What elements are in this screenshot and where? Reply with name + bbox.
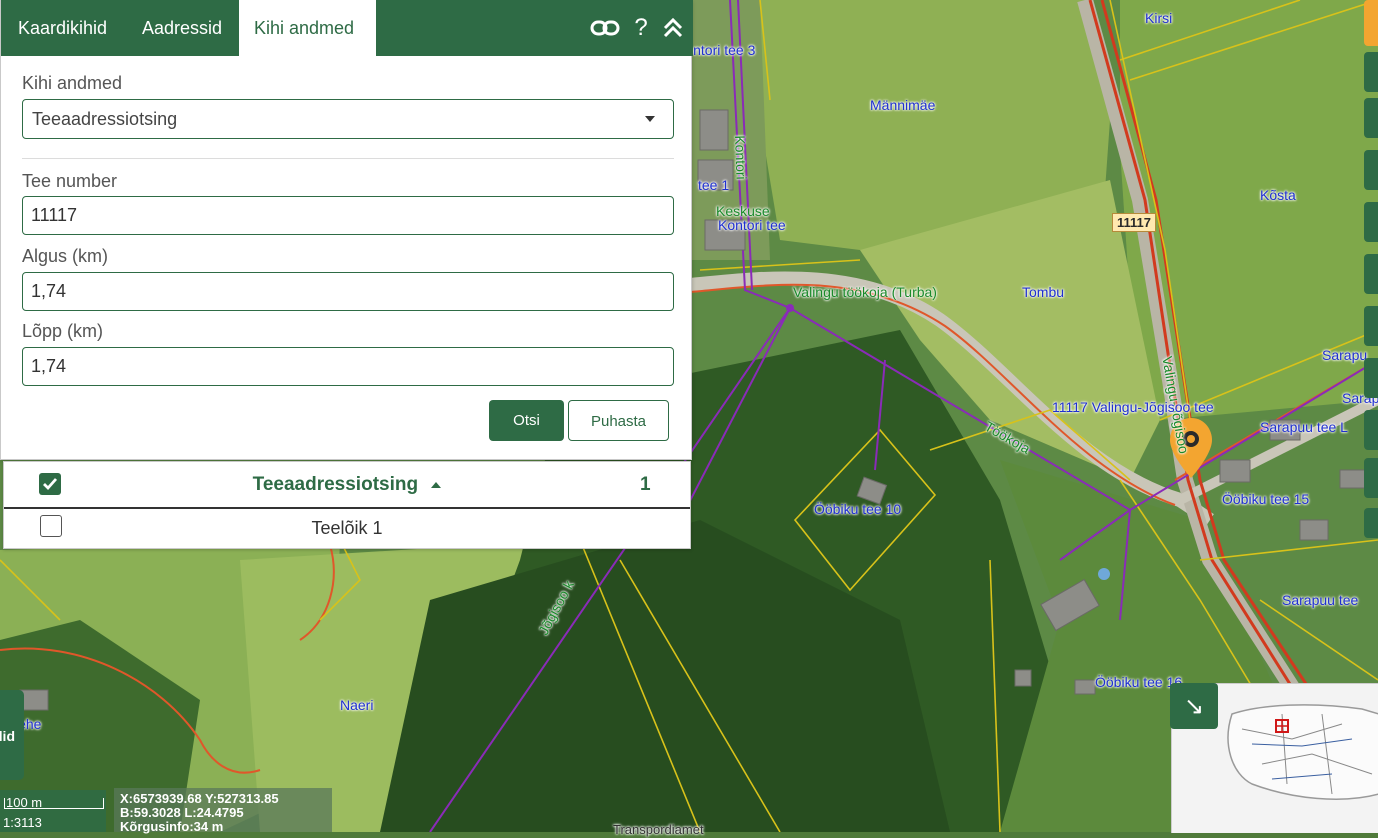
side-tool-button-7[interactable] (1364, 306, 1378, 346)
double-chevron-up-icon (663, 17, 683, 38)
map-label: Valingu töökoja (Turba) (793, 284, 937, 300)
side-tool-button-5[interactable] (1364, 202, 1378, 242)
link-icon[interactable] (589, 12, 621, 44)
layer-select-value: Teeaadressiotsing (32, 109, 178, 129)
results-count: 1 (640, 474, 651, 495)
caret-down-icon (645, 116, 655, 122)
tab-map-layers[interactable]: Kaardikihid (4, 0, 121, 56)
tab-addresses[interactable]: Aadressid (128, 0, 236, 56)
side-tool-button-2[interactable] (1364, 52, 1378, 92)
help-icon[interactable]: ? (625, 12, 657, 44)
map-label: Kontori tee (718, 217, 786, 233)
map-label: Sarapu (1322, 347, 1368, 363)
side-tool-button-9[interactable] (1364, 410, 1378, 450)
map-label: Naeri (340, 697, 374, 713)
layer-select[interactable]: Teeaadressiotsing (22, 99, 674, 139)
table-row[interactable]: Teelõik 1 (4, 509, 690, 548)
side-tool-button-10[interactable] (1364, 458, 1378, 498)
map-label: Tombu (1022, 284, 1065, 300)
map-label: Ööbiku tee 10 (814, 501, 902, 517)
coord-bl: B:59.3028 L:24.4795 (120, 805, 244, 820)
arrow-down-right-icon: ↘ (1183, 692, 1205, 720)
map-label: tee 1 (698, 177, 730, 193)
side-tool-button-6[interactable] (1364, 254, 1378, 294)
collapse-icon[interactable] (657, 12, 689, 44)
link-icon-graphic (590, 20, 620, 36)
start-km-label: Algus (km) (22, 246, 109, 266)
end-km-input[interactable] (22, 347, 674, 386)
side-tool-button-8[interactable] (1364, 358, 1378, 398)
scale-ratio: 1:3113 (3, 815, 42, 830)
tab-layer-data[interactable]: Kihi andmed (239, 0, 376, 57)
results-header-title[interactable]: Teeaadressiotsing (4, 474, 690, 496)
sort-asc-icon (431, 481, 442, 488)
panel-tab-bar: Kaardikihid Aadressid Kihi andmed ? (1, 0, 693, 57)
map-label: Sarapuu tee (1282, 592, 1359, 608)
map-label: Kõsta (1260, 187, 1296, 203)
scale-label: 100 m (6, 795, 43, 810)
divider (22, 158, 674, 159)
minimap-toggle-button[interactable]: ↘ (1170, 683, 1218, 729)
search-button[interactable]: Otsi (489, 400, 564, 441)
side-tool-button-3[interactable] (1364, 98, 1378, 138)
coordinate-readout: X:6573939.68 Y:527313.85 B:59.3028 L:24.… (114, 788, 332, 834)
scale-bar: 100 m 1:3113 (0, 790, 106, 832)
map-label: Ööbiku tee 15 (1222, 491, 1310, 507)
coord-xy: X:6573939.68 Y:527313.85 (120, 791, 279, 806)
map-label: Kirsi (1145, 10, 1173, 26)
road-number-input[interactable] (22, 196, 674, 235)
map-label: Männimäe (870, 97, 936, 113)
side-tool-button-4[interactable] (1364, 150, 1378, 190)
map-label: Transpordiamet (613, 822, 704, 837)
road-number-badge: 11117 (1112, 213, 1156, 232)
left-layer-button-label: did (0, 728, 15, 744)
clear-button[interactable]: Puhasta (568, 400, 669, 441)
end-km-label: Lõpp (km) (22, 321, 104, 341)
map-label: Sarapuu tee L (1260, 419, 1348, 435)
results-header-row: Teeaadressiotsing 1 (4, 462, 690, 509)
row-label: Teelõik 1 (311, 518, 383, 538)
start-km-input[interactable] (22, 272, 674, 311)
results-header-label: Teeaadressiotsing (252, 474, 419, 495)
side-tool-button-11[interactable] (1364, 508, 1378, 538)
side-tool-button-1[interactable] (1364, 0, 1378, 46)
left-layer-button[interactable]: did (0, 690, 24, 780)
map-label: Kontori (732, 135, 750, 180)
road-number-label: Tee number (22, 171, 118, 191)
results-table: Teeaadressiotsing 1 Teelõik 1 (3, 461, 691, 549)
section-label: Kihi andmed (22, 73, 123, 93)
layer-data-panel: Kaardikihid Aadressid Kihi andmed ? Kihi… (0, 0, 693, 460)
map-label: 11117 Valingu-Jõgisoo tee (1052, 399, 1214, 415)
